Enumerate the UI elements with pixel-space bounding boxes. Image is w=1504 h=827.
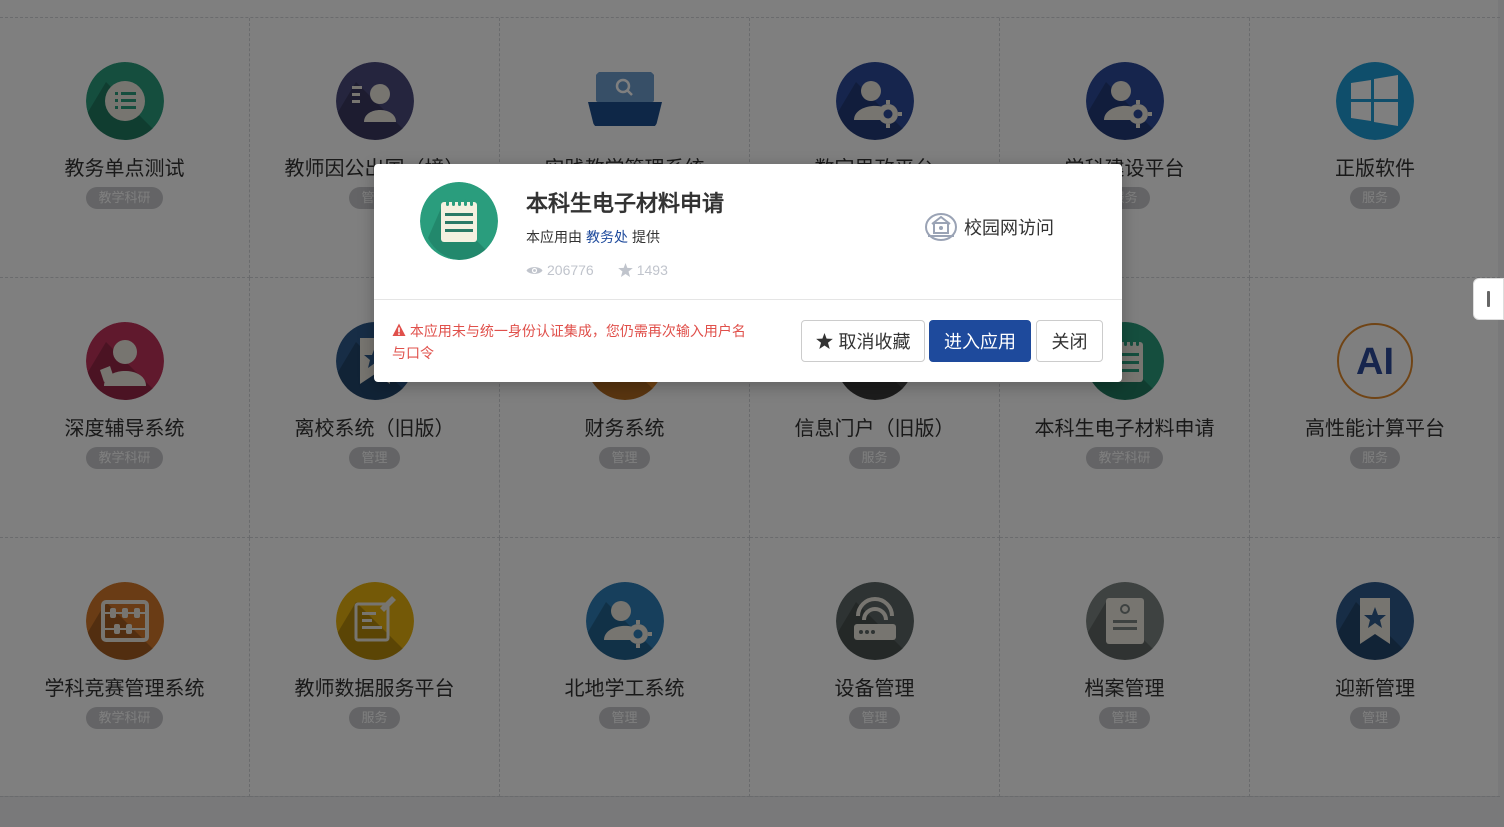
campus-network-access: 校园网访问 [924,212,1054,242]
unfavorite-label: 取消收藏 [838,332,911,352]
warning-icon [392,323,406,336]
favorites-stat: 1493 [617,262,668,278]
notepad-icon [420,182,498,260]
star-icon [617,263,633,277]
app-detail-dialog: 本科生电子材料申请 本应用由教务处提供 206776 1493 校园网访问 [374,164,1122,382]
handle-grip-icon [1487,291,1490,307]
campus-network-icon [925,213,957,241]
enter-app-button[interactable]: 进入应用 [929,320,1031,362]
views-stat: 206776 [526,262,594,278]
provider-link[interactable]: 教务处 [586,229,628,245]
access-label: 校园网访问 [964,218,1054,238]
warning-text: 本应用未与统一身份认证集成，您仍需再次输入用户名与口令 [392,323,746,361]
modal-backdrop[interactable] [0,0,1504,827]
views-count: 206776 [547,262,594,278]
app-stats: 206776 1493 [526,262,668,278]
side-drawer-handle[interactable] [1473,278,1504,320]
dialog-footer: 本应用未与统一身份认证集成，您仍需再次输入用户名与口令 取消收藏 进入应用 关闭 [374,300,1122,382]
favorites-count: 1493 [636,262,668,278]
sso-warning: 本应用未与统一身份认证集成，您仍需再次输入用户名与口令 [392,320,752,364]
provider-line: 本应用由 教务处 提供 [526,227,660,247]
provider-suffix: 提供 [632,229,660,245]
star-icon [815,333,833,349]
dialog-title: 本科生电子材料申请 [526,191,725,216]
unfavorite-button[interactable]: 取消收藏 [801,320,925,362]
provider-prefix: 本应用由 [526,229,582,245]
eye-icon [526,266,543,274]
close-button[interactable]: 关闭 [1036,320,1103,362]
dialog-header: 本科生电子材料申请 本应用由 教务处 提供 206776 1493 校园网访问 [374,164,1122,300]
